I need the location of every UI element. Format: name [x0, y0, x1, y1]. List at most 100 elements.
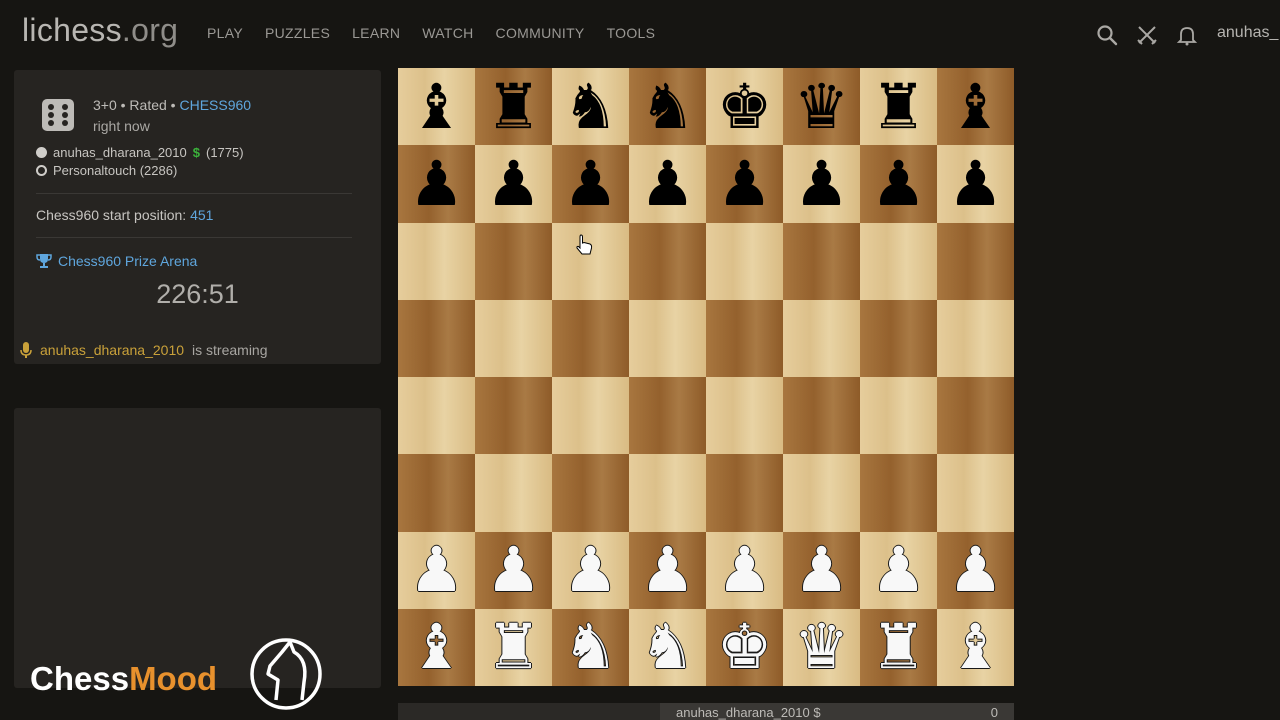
square-b6[interactable] [475, 222, 552, 300]
square-b4[interactable] [475, 377, 552, 455]
black-king-icon[interactable]: ♚ [717, 75, 773, 138]
square-e8[interactable]: ♚ [706, 68, 783, 146]
square-d6[interactable] [629, 222, 706, 300]
square-d8[interactable]: ♞ [629, 68, 706, 146]
square-c2[interactable]: ♟ [552, 531, 629, 609]
square-h4[interactable] [937, 377, 1014, 455]
white-rook-icon[interactable]: ♜ [486, 616, 542, 678]
square-f6[interactable] [783, 222, 860, 300]
nav-play[interactable]: PLAY [207, 25, 243, 41]
square-b1[interactable]: ♜ [475, 608, 552, 686]
nav-watch[interactable]: WATCH [422, 25, 473, 41]
square-f2[interactable]: ♟ [783, 531, 860, 609]
nav-learn[interactable]: LEARN [352, 25, 400, 41]
arena-link[interactable]: Chess960 Prize Arena [36, 253, 197, 269]
square-e3[interactable] [706, 454, 783, 532]
square-b7[interactable]: ♟ [475, 145, 552, 223]
black-pawn-icon[interactable]: ♟ [871, 152, 927, 215]
search-icon[interactable] [1096, 24, 1118, 46]
square-g4[interactable] [860, 377, 937, 455]
square-a5[interactable] [398, 299, 475, 377]
square-a2[interactable]: ♟ [398, 531, 475, 609]
bottom-player-name[interactable]: anuhas_dharana_2010 $ [676, 705, 821, 720]
site-logo[interactable]: lichess.org [22, 12, 178, 49]
square-f8[interactable]: ♛ [783, 68, 860, 146]
start-position-number[interactable]: 451 [190, 207, 213, 223]
square-f5[interactable] [783, 299, 860, 377]
swords-icon[interactable] [1136, 24, 1158, 46]
white-pawn-icon[interactable]: ♟ [948, 539, 1004, 601]
bell-icon[interactable] [1176, 24, 1198, 46]
streamer-notice[interactable]: anuhas_dharana_2010 is streaming [20, 341, 268, 359]
square-c1[interactable]: ♞ [552, 608, 629, 686]
square-c5[interactable] [552, 299, 629, 377]
square-g8[interactable]: ♜ [860, 68, 937, 146]
black-knight-icon[interactable]: ♞ [563, 75, 619, 138]
square-b3[interactable] [475, 454, 552, 532]
variant-link[interactable]: CHESS960 [179, 97, 251, 113]
square-h5[interactable] [937, 299, 1014, 377]
square-a6[interactable] [398, 222, 475, 300]
square-f3[interactable] [783, 454, 860, 532]
user-menu[interactable]: anuhas_ [1217, 24, 1278, 42]
square-d7[interactable]: ♟ [629, 145, 706, 223]
square-e6[interactable] [706, 222, 783, 300]
square-h8[interactable]: ♝ [937, 68, 1014, 146]
white-knight-icon[interactable]: ♞ [640, 616, 696, 678]
square-e4[interactable] [706, 377, 783, 455]
black-pawn-icon[interactable]: ♟ [563, 152, 619, 215]
white-rook-icon[interactable]: ♜ [871, 616, 927, 678]
square-g5[interactable] [860, 299, 937, 377]
square-d2[interactable]: ♟ [629, 531, 706, 609]
black-pawn-icon[interactable]: ♟ [794, 152, 850, 215]
square-c7[interactable]: ♟ [552, 145, 629, 223]
white-pawn-icon[interactable]: ♟ [717, 539, 773, 601]
square-h6[interactable] [937, 222, 1014, 300]
black-knight-icon[interactable]: ♞ [640, 75, 696, 138]
square-g7[interactable]: ♟ [860, 145, 937, 223]
square-g6[interactable] [860, 222, 937, 300]
square-f4[interactable] [783, 377, 860, 455]
square-d5[interactable] [629, 299, 706, 377]
white-player[interactable]: anuhas_dharana_2010 $ (1775) [36, 145, 244, 160]
chess-board[interactable]: ♝ ♜ ♞ ♞ ♚ ♛ ♜ ♝ ♟ ♟ ♟ ♟ ♟ ♟ ♟ ♟ ♟ ♟ ♟ ♟ ♟ ♟ ♟ ♟ ♝ ♜ ♞ ♞ ♚ ♛ ♜ ♝ [398, 68, 1014, 686]
white-bishop-icon[interactable]: ♝ [409, 616, 465, 678]
square-e7[interactable]: ♟ [706, 145, 783, 223]
square-d3[interactable] [629, 454, 706, 532]
square-h2[interactable]: ♟ [937, 531, 1014, 609]
square-d1[interactable]: ♞ [629, 608, 706, 686]
black-pawn-icon[interactable]: ♟ [640, 152, 696, 215]
square-h1[interactable]: ♝ [937, 608, 1014, 686]
square-h7[interactable]: ♟ [937, 145, 1014, 223]
square-f1[interactable]: ♛ [783, 608, 860, 686]
black-pawn-icon[interactable]: ♟ [717, 152, 773, 215]
square-a8[interactable]: ♝ [398, 68, 475, 146]
square-c3[interactable] [552, 454, 629, 532]
black-pawn-icon[interactable]: ♟ [409, 152, 465, 215]
white-king-icon[interactable]: ♚ [717, 616, 773, 678]
nav-puzzles[interactable]: PUZZLES [265, 25, 330, 41]
square-c4[interactable] [552, 377, 629, 455]
white-pawn-icon[interactable]: ♟ [486, 539, 542, 601]
square-e1[interactable]: ♚ [706, 608, 783, 686]
black-pawn-icon[interactable]: ♟ [486, 152, 542, 215]
square-b2[interactable]: ♟ [475, 531, 552, 609]
square-a3[interactable] [398, 454, 475, 532]
square-g2[interactable]: ♟ [860, 531, 937, 609]
white-pawn-icon[interactable]: ♟ [409, 539, 465, 601]
white-knight-icon[interactable]: ♞ [563, 616, 619, 678]
white-queen-icon[interactable]: ♛ [794, 616, 850, 678]
square-g1[interactable]: ♜ [860, 608, 937, 686]
square-e2[interactable]: ♟ [706, 531, 783, 609]
nav-community[interactable]: COMMUNITY [496, 25, 585, 41]
square-b5[interactable] [475, 299, 552, 377]
black-bishop-icon[interactable]: ♝ [948, 75, 1004, 138]
black-bishop-icon[interactable]: ♝ [409, 75, 465, 138]
black-pawn-icon[interactable]: ♟ [948, 152, 1004, 215]
black-rook-icon[interactable]: ♜ [486, 75, 542, 138]
square-a1[interactable]: ♝ [398, 608, 475, 686]
black-player[interactable]: Personaltouch (2286) [36, 163, 177, 178]
square-e5[interactable] [706, 299, 783, 377]
black-rook-icon[interactable]: ♜ [871, 75, 927, 138]
white-pawn-icon[interactable]: ♟ [871, 539, 927, 601]
